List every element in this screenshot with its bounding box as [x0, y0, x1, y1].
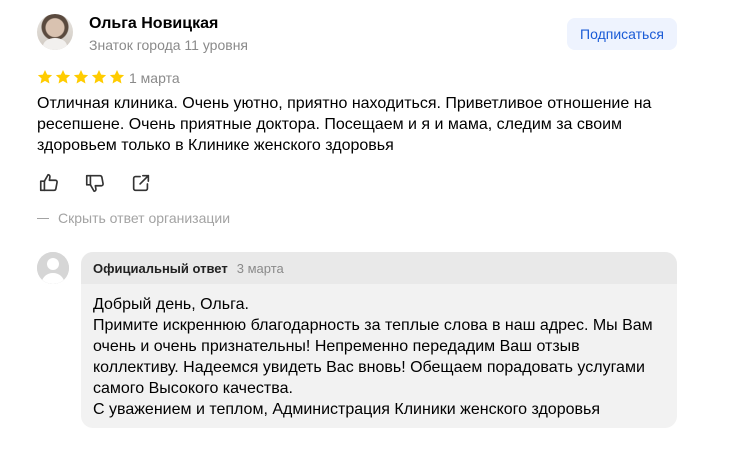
review-actions	[38, 172, 152, 194]
hide-reply-label: Скрыть ответ организации	[58, 210, 231, 226]
reply-line: самого Высокого качества.	[93, 380, 293, 397]
organization-reply: Официальный ответ 3 марта Добрый день, О…	[81, 252, 677, 428]
dash-icon	[37, 217, 49, 219]
hide-reply-toggle[interactable]: Скрыть ответ организации	[37, 210, 230, 226]
reply-line: Добрый день, Ольга.	[93, 296, 249, 313]
reply-line: коллективу. Надеемся увидеть Вас вновь! …	[93, 359, 645, 376]
reply-line: С уважением и теплом, Администрация Клин…	[93, 401, 600, 418]
author-avatar[interactable]	[37, 14, 73, 50]
subscribe-button[interactable]: Подписаться	[567, 18, 677, 50]
thumbs-down-icon[interactable]	[84, 172, 106, 194]
reply-title: Официальный ответ	[93, 260, 228, 276]
star-icon	[109, 69, 125, 85]
rating-stars	[37, 69, 125, 85]
share-icon[interactable]	[130, 172, 152, 194]
reply-header: Официальный ответ 3 марта	[81, 252, 677, 284]
author-name[interactable]: Ольга Новицкая	[89, 15, 218, 33]
reply-line: Примите искреннюю благодарность за теплы…	[93, 317, 653, 334]
review-date: 1 марта	[129, 70, 180, 86]
reply-body: Добрый день, Ольга. Примите искреннюю бл…	[81, 284, 677, 420]
thumbs-up-icon[interactable]	[38, 172, 60, 194]
user-silhouette-icon	[37, 252, 69, 284]
star-icon	[91, 69, 107, 85]
reply-date: 3 марта	[236, 260, 284, 276]
reply-line: очень и очень признательны! Непременно п…	[93, 338, 580, 355]
organization-avatar	[37, 252, 69, 284]
review-text: Отличная клиника. Очень уютно, приятно н…	[37, 95, 652, 154]
star-icon	[73, 69, 89, 85]
star-icon	[55, 69, 71, 85]
star-icon	[37, 69, 53, 85]
author-level: Знаток города 11 уровня	[89, 37, 249, 53]
